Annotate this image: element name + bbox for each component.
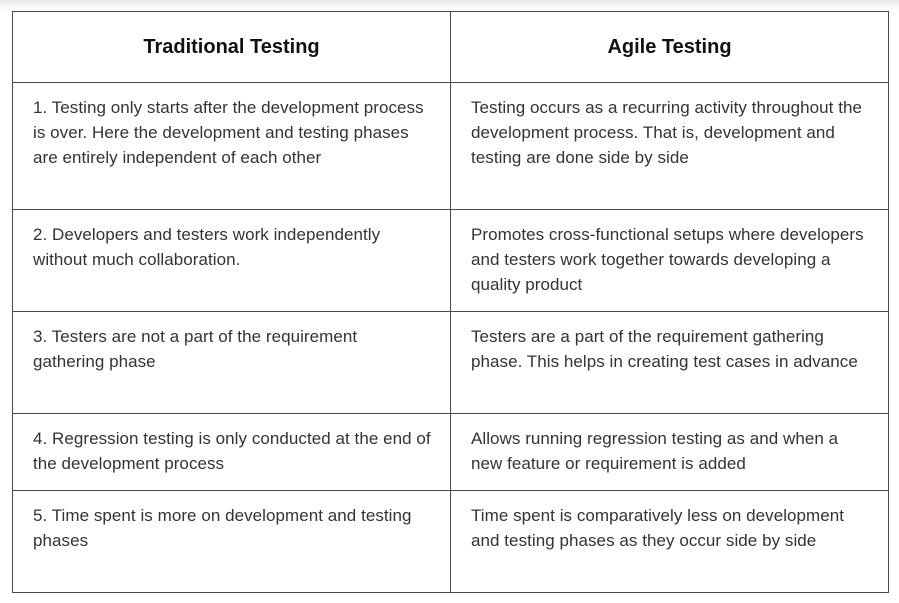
cell-agile: Allows running regression testing as and… (450, 413, 889, 491)
table-row: 3. Testers are not a part of the require… (12, 311, 889, 414)
header-traditional-testing: Traditional Testing (12, 11, 451, 83)
header-row: Traditional Testing Agile Testing (12, 11, 889, 83)
cell-agile: Testers are a part of the requirement ga… (450, 311, 889, 414)
table-row: 5. Time spent is more on development and… (12, 490, 889, 593)
cell-agile: Testing occurs as a recurring activity t… (450, 82, 889, 210)
table-header: Traditional Testing Agile Testing (12, 11, 889, 83)
table-row: 1. Testing only starts after the develop… (12, 82, 889, 210)
table-body: 1. Testing only starts after the develop… (12, 82, 889, 593)
cell-traditional: 3. Testers are not a part of the require… (12, 311, 451, 414)
cell-traditional: 4. Regression testing is only conducted … (12, 413, 451, 491)
cell-traditional: 2. Developers and testers work independe… (12, 209, 451, 312)
cell-agile: Promotes cross-functional setups where d… (450, 209, 889, 312)
table-row: 4. Regression testing is only conducted … (12, 413, 889, 491)
header-agile-testing: Agile Testing (450, 11, 889, 83)
cell-traditional: 1. Testing only starts after the develop… (12, 82, 451, 210)
cell-traditional: 5. Time spent is more on development and… (12, 490, 451, 593)
cell-agile: Time spent is comparatively less on deve… (450, 490, 889, 593)
table-row: 2. Developers and testers work independe… (12, 209, 889, 312)
comparison-table: Traditional Testing Agile Testing 1. Tes… (12, 11, 889, 593)
